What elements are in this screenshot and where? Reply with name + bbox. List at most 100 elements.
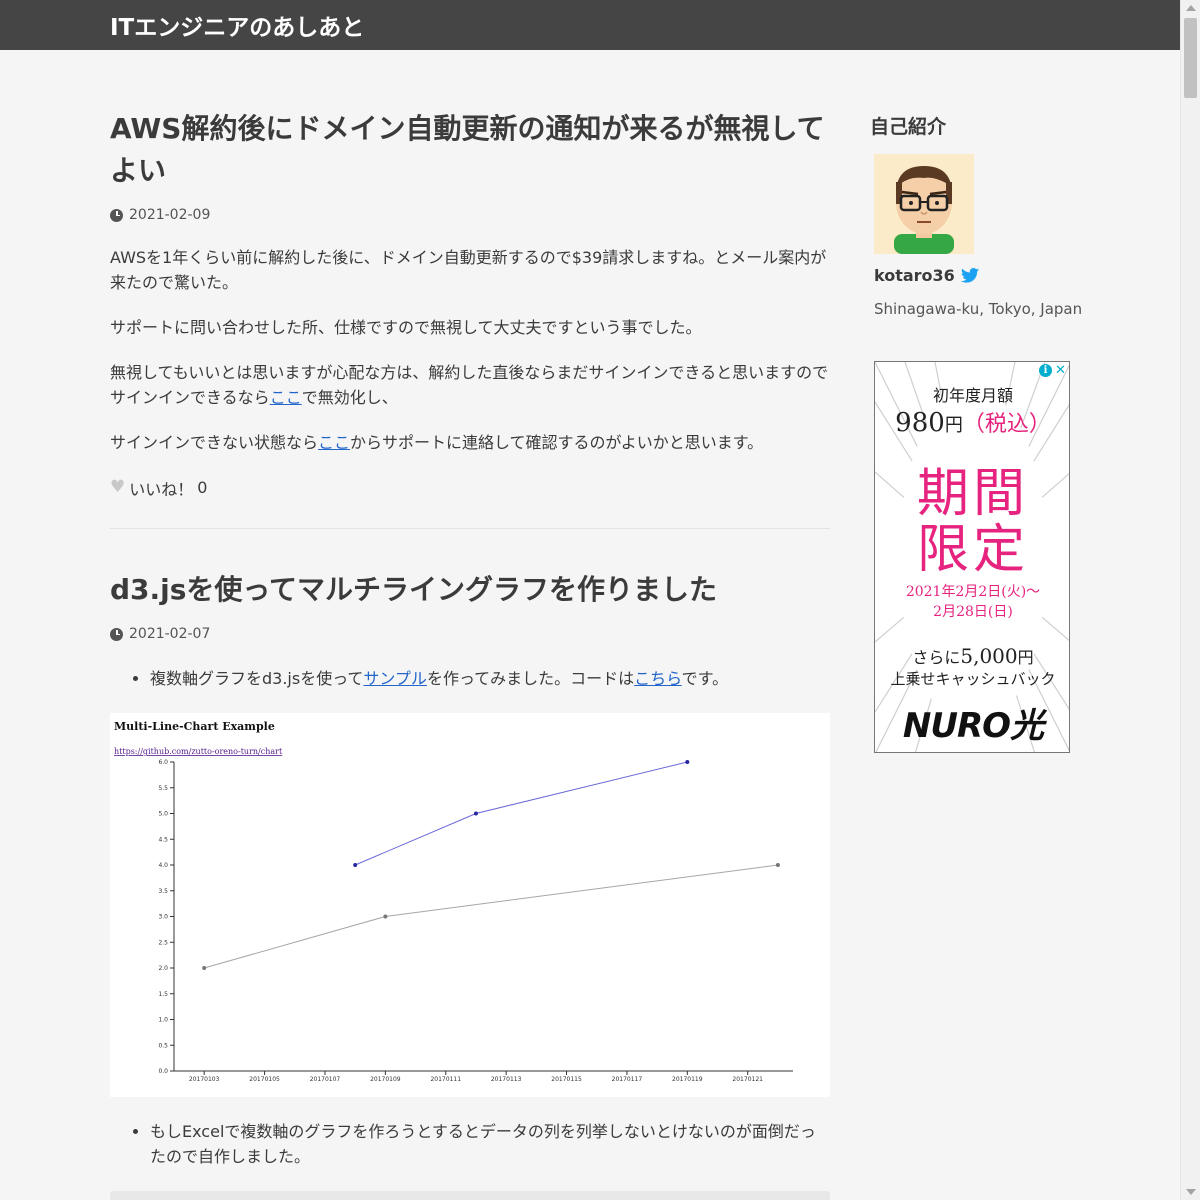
- scroll-down-arrow-icon[interactable]: [1186, 1189, 1196, 1195]
- bullet-list: 複数軸グラフをd3.jsを使ってサンプルを作ってみました。コードはこちらです。: [150, 666, 830, 691]
- clock-icon: [110, 208, 123, 222]
- y-tick-label: 5.0: [158, 811, 168, 818]
- ad-price-tax: （税込）: [962, 412, 1051, 437]
- ad-info-icon[interactable]: i: [1039, 364, 1052, 377]
- sidebar-title: 自己紹介: [870, 116, 947, 138]
- post-paragraph: AWSを1年くらい前に解約した後に、ドメイン自動更新するので$39請求しますね。…: [110, 248, 827, 292]
- y-tick-label: 4.0: [158, 862, 168, 869]
- clock-icon: [110, 627, 123, 641]
- code-link[interactable]: こちら: [634, 669, 682, 688]
- ad-close-icon[interactable]: ✕: [1054, 364, 1067, 377]
- x-tick-label: 20170113: [491, 1076, 522, 1083]
- y-tick-label: 0.5: [158, 1042, 168, 1049]
- paragraph-text: 無視してもいいとは思いますが心配な方は、解約した直後ならまだサインインできると思…: [110, 363, 829, 407]
- ad-badge[interactable]: i ✕: [1039, 364, 1067, 377]
- post-title: d3.jsを使ってマルチライングラフを作りました: [110, 569, 830, 611]
- chart-source-link[interactable]: https://github.com/zutto-oreno-turn/char…: [114, 747, 283, 756]
- y-tick-label: 2.0: [158, 965, 168, 972]
- ad-cashback-prefix: さらに: [912, 648, 961, 667]
- like-button[interactable]: ♥ いいね！ 0: [110, 475, 830, 500]
- post-date: 2021-02-09: [110, 205, 830, 225]
- ad-cashback-amount: さらに5,000円: [875, 644, 1069, 668]
- x-tick-label: 20170117: [612, 1076, 643, 1083]
- ad-limited-line1: 期間: [916, 464, 1029, 524]
- bullet-list: もしExcelで複数軸のグラフを作ろうとするとデータの列を列挙しないとけないのが…: [150, 1119, 830, 1169]
- ad-price: 980円（税込）: [875, 406, 1069, 438]
- paragraph-text: で無効化し、: [301, 388, 398, 407]
- ad-period-start: 2021年2月2日(火)〜: [905, 584, 1041, 600]
- data-point: [473, 811, 478, 816]
- ad-logo: NURO光: [902, 706, 1044, 746]
- post-article: AWS解約後にドメイン自動更新の通知が来るが無視してよい 2021-02-09 …: [110, 108, 830, 500]
- post-paragraph: 無視してもいいとは思いますが心配な方は、解約した直後ならまだサインインできると思…: [110, 360, 830, 410]
- chart-lines: [202, 760, 780, 970]
- chart-title: Multi-Line-Chart Example: [114, 720, 275, 733]
- post-title-link[interactable]: AWS解約後にドメイン自動更新の通知が来るが無視してよい: [110, 112, 825, 187]
- series-line-2: [204, 864, 778, 969]
- y-tick-label: 5.5: [158, 785, 168, 792]
- vertical-scrollbar[interactable]: [1180, 0, 1200, 1200]
- main-content: AWS解約後にドメイン自動更新の通知が来るが無視してよい 2021-02-09 …: [110, 108, 830, 1200]
- series-line-1: [354, 761, 688, 866]
- disable-link[interactable]: ここ: [270, 388, 302, 407]
- ad-price-number: 980: [895, 408, 945, 438]
- ad-limited-line2: 限定: [916, 520, 1029, 580]
- ad-limited: 期間 限定: [875, 464, 1069, 580]
- ad-banner[interactable]: i ✕ 初年度月額 980円（税込） 期間 限定 2021年2月2日(火)〜 2月2…: [874, 361, 1070, 753]
- support-link[interactable]: ここ: [318, 433, 350, 452]
- avatar[interactable]: [874, 154, 974, 254]
- profile-location: Shinagawa-ku, Tokyo, Japan: [874, 300, 1083, 318]
- scroll-up-arrow-icon[interactable]: [1186, 5, 1196, 11]
- y-tick-label: 6.0: [158, 759, 168, 766]
- post-title: AWS解約後にドメイン自動更新の通知が来るが無視してよい: [110, 108, 830, 192]
- ad-period-end: 2月28日(日): [933, 604, 1013, 620]
- site-header: ITエンジニアのあしあと: [0, 0, 1180, 50]
- x-tick-label: 20170109: [370, 1076, 401, 1083]
- x-tick-label: 20170115: [551, 1076, 582, 1083]
- list-item-text: 複数軸グラフをd3.jsを使って: [150, 669, 364, 688]
- site-title[interactable]: ITエンジニアのあしあと: [110, 8, 364, 42]
- post-divider: [110, 528, 830, 529]
- code-block: [110, 1191, 830, 1200]
- y-tick-label: 2.5: [158, 939, 168, 946]
- like-count: 0: [197, 478, 208, 497]
- chart-axes: 0.0 0.5 1.0 1.5 2.0 2.5 3.0 3.5 4.0 4.5 5.0 5.5 6.0 2…: [158, 759, 793, 1083]
- ad-cashback-number: 5,000: [960, 644, 1018, 668]
- data-point: [685, 760, 690, 764]
- paragraph-text: からサポートに連絡して確認するのがよいかと思います。: [350, 433, 764, 452]
- list-item-text: を作ってみました。コードは: [426, 669, 635, 688]
- post-title-link[interactable]: d3.jsを使ってマルチライングラフを作りました: [110, 573, 717, 606]
- x-tick-label: 20170119: [672, 1076, 703, 1083]
- x-tick-label: 20170121: [732, 1076, 763, 1083]
- sample-link[interactable]: サンプル: [363, 669, 427, 688]
- post-paragraph: サポートに問い合わせした所、仕様ですので無視して大丈夫ですという事でした。: [110, 318, 702, 337]
- ad-cashback-unit: 円: [1017, 648, 1034, 667]
- data-point: [775, 863, 780, 867]
- profile-name[interactable]: kotaro36: [874, 266, 955, 285]
- multi-line-chart: Multi-Line-Chart Example https://github.…: [114, 720, 793, 1083]
- heart-icon[interactable]: ♥: [110, 479, 125, 496]
- y-tick-label: 3.0: [158, 914, 168, 921]
- profile-name-row: kotaro36: [874, 264, 1090, 286]
- post-paragraph: サインインできない状態ならここからサポートに連絡して確認するのがよいかと思います…: [110, 430, 830, 455]
- post-article: d3.jsを使ってマルチライングラフを作りました 2021-02-07 複数軸グ…: [110, 569, 830, 1200]
- x-tick-label: 20170103: [189, 1076, 220, 1083]
- ad-cashback-label: 上乗せキャッシュバック: [890, 670, 1056, 688]
- ad-period: 2021年2月2日(火)〜 2月28日(日): [875, 582, 1069, 622]
- y-tick-label: 4.5: [158, 836, 168, 843]
- y-tick-label: 3.5: [158, 888, 168, 895]
- list-item: もしExcelで複数軸のグラフを作ろうとするとデータの列を列挙しないとけないのが…: [150, 1119, 830, 1169]
- y-tick-label: 0.0: [158, 1068, 168, 1075]
- twitter-icon[interactable]: [960, 267, 979, 283]
- chart-image: Multi-Line-Chart Example https://github.…: [110, 713, 830, 1097]
- sidebar: 自己紹介 kotaro36 Shinagawa-ku, Tokyo, Japan: [870, 112, 1090, 753]
- scrollbar-thumb[interactable]: [1184, 18, 1197, 98]
- ad-price-unit: 円: [944, 415, 963, 436]
- like-label: いいね！: [129, 479, 194, 499]
- post-date-text: 2021-02-09: [129, 207, 211, 223]
- x-tick-label: 20170107: [310, 1076, 341, 1083]
- x-tick-label: 20170111: [430, 1076, 461, 1083]
- list-item-text: です。: [681, 669, 729, 688]
- ad-headline: 初年度月額: [932, 386, 1013, 405]
- data-point: [202, 966, 207, 970]
